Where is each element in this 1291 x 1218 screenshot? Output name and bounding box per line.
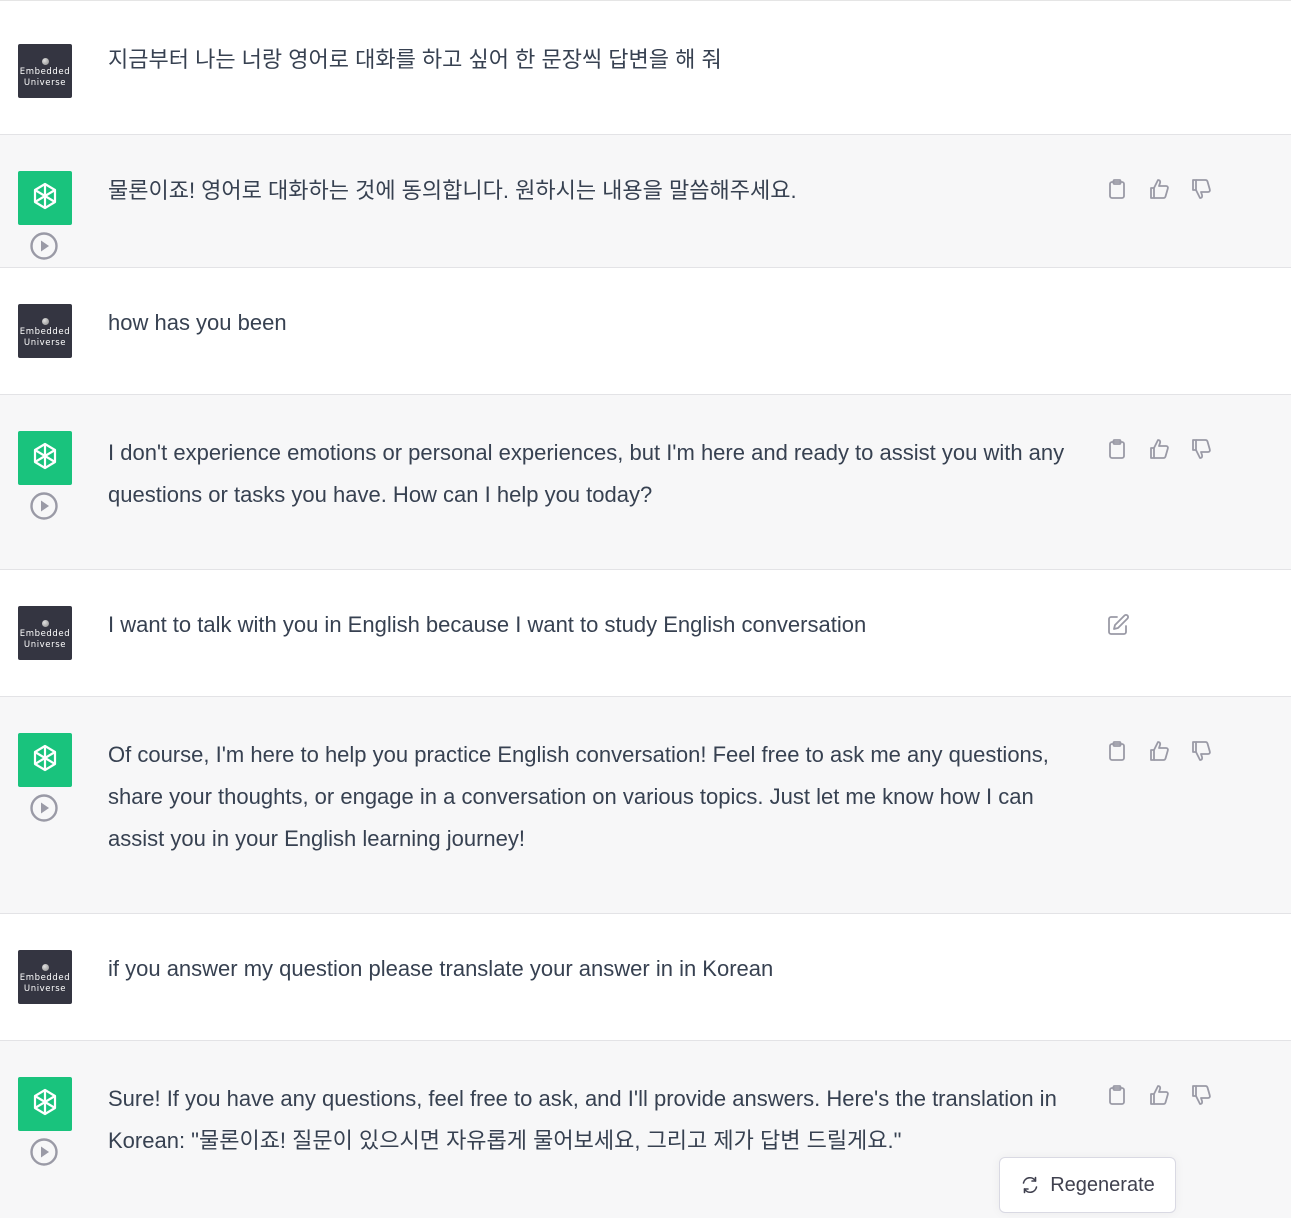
message-actions — [1106, 1084, 1212, 1106]
assistant-message-row: I don't experience emotions or personal … — [0, 395, 1291, 570]
clipboard-icon[interactable] — [1106, 438, 1128, 460]
assistant-avatar — [18, 1077, 72, 1131]
play-circle-icon[interactable] — [29, 491, 59, 521]
avatar-text-line1: Embedded — [19, 67, 71, 77]
play-circle-icon[interactable] — [29, 1137, 59, 1167]
message-text: 지금부터 나는 너랑 영어로 대화를 하고 싶어 한 문장씩 답변을 해 줘 — [108, 47, 722, 72]
play-circle-icon[interactable] — [29, 793, 59, 823]
message-actions — [1106, 740, 1212, 762]
avatar-text-line1: Embedded — [19, 327, 71, 337]
assistant-message-row: Of course, I'm here to help you practice… — [0, 697, 1291, 914]
regenerate-label: Regenerate — [1050, 1173, 1155, 1196]
openai-logo-icon — [33, 744, 57, 772]
user-avatar: Embedded Universe — [18, 606, 72, 660]
message-text: Of course, I'm here to help you practice… — [108, 742, 1049, 851]
user-message-row: Embedded Universe how has you been — [0, 268, 1291, 395]
message-text: I want to talk with you in English becau… — [108, 612, 867, 637]
message-text: if you answer my question please transla… — [108, 956, 774, 981]
avatar-text-line2: Universe — [23, 78, 67, 88]
avatar-text-line2: Universe — [23, 338, 67, 348]
user-avatar: Embedded Universe — [18, 44, 72, 98]
assistant-avatar — [18, 431, 72, 485]
refresh-icon — [1022, 1176, 1038, 1194]
message-actions — [1106, 438, 1212, 460]
user-avatar: Embedded Universe — [18, 304, 72, 358]
user-avatar: Embedded Universe — [18, 950, 72, 1004]
edit-icon[interactable] — [1106, 613, 1130, 637]
openai-logo-icon — [33, 442, 57, 470]
thumbs-down-icon[interactable] — [1190, 740, 1212, 762]
openai-logo-icon — [33, 182, 57, 210]
thumbs-up-icon[interactable] — [1148, 1084, 1170, 1106]
chat-thread: Embedded Universe 지금부터 나는 너랑 영어로 대화를 하고 … — [0, 0, 1291, 1218]
avatar-text-line1: Embedded — [19, 629, 71, 639]
assistant-avatar — [18, 171, 72, 225]
play-circle-icon[interactable] — [29, 231, 59, 261]
message-text: I don't experience emotions or personal … — [108, 440, 1065, 507]
message-text: how has you been — [108, 310, 287, 335]
message-actions — [1106, 178, 1212, 200]
thumbs-up-icon[interactable] — [1148, 178, 1170, 200]
planet-icon — [41, 318, 49, 325]
clipboard-icon[interactable] — [1106, 740, 1128, 762]
clipboard-icon[interactable] — [1106, 178, 1128, 200]
clipboard-icon[interactable] — [1106, 1084, 1128, 1106]
planet-icon — [41, 620, 49, 627]
thumbs-up-icon[interactable] — [1148, 740, 1170, 762]
thumbs-down-icon[interactable] — [1190, 1084, 1212, 1106]
message-text: 물론이죠! 영어로 대화하는 것에 동의합니다. 원하시는 내용을 말씀해주세요… — [108, 178, 797, 203]
assistant-message-row: 물론이죠! 영어로 대화하는 것에 동의합니다. 원하시는 내용을 말씀해주세요… — [0, 135, 1291, 268]
message-text: Sure! If you have any questions, feel fr… — [108, 1086, 1057, 1153]
thumbs-down-icon[interactable] — [1190, 178, 1212, 200]
openai-logo-icon — [33, 1088, 57, 1116]
avatar-text-line2: Universe — [23, 640, 67, 650]
avatar-text-line1: Embedded — [19, 973, 71, 983]
planet-icon — [41, 964, 49, 971]
regenerate-button[interactable]: Regenerate — [999, 1157, 1176, 1213]
thumbs-up-icon[interactable] — [1148, 438, 1170, 460]
thumbs-down-icon[interactable] — [1190, 438, 1212, 460]
assistant-avatar — [18, 733, 72, 787]
user-message-row: Embedded Universe if you answer my quest… — [0, 914, 1291, 1041]
user-message-row: Embedded Universe I want to talk with yo… — [0, 570, 1291, 697]
user-message-row: Embedded Universe 지금부터 나는 너랑 영어로 대화를 하고 … — [0, 7, 1291, 135]
planet-icon — [41, 58, 49, 65]
avatar-text-line2: Universe — [23, 984, 67, 994]
